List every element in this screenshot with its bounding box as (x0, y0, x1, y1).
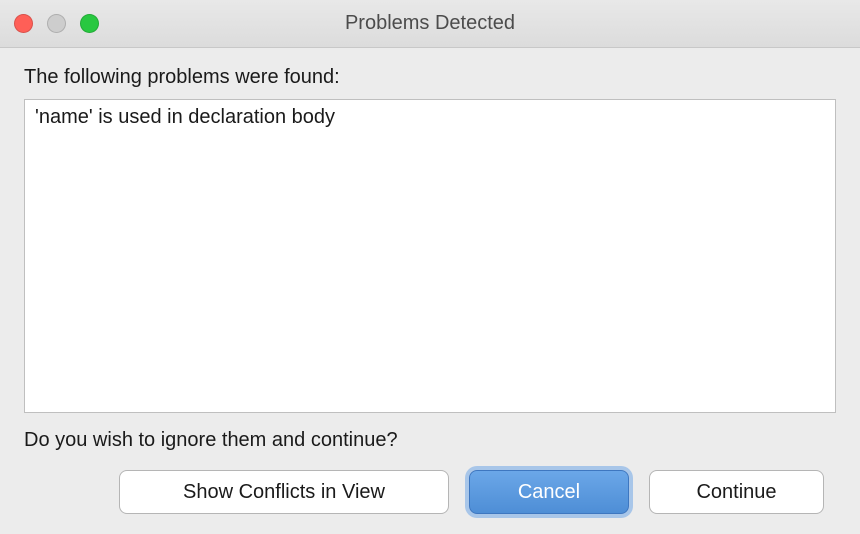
confirmation-prompt: Do you wish to ignore them and continue? (24, 429, 836, 452)
traffic-lights (14, 14, 99, 33)
titlebar: Problems Detected (0, 0, 860, 48)
dialog-content: The following problems were found: 'name… (0, 48, 860, 534)
continue-button[interactable]: Continue (649, 470, 824, 514)
close-window-button[interactable] (14, 14, 33, 33)
problems-list[interactable]: 'name' is used in declaration body (24, 99, 836, 413)
minimize-window-button[interactable] (47, 14, 66, 33)
cancel-button[interactable]: Cancel (469, 470, 629, 514)
button-row: Show Conflicts in View Cancel Continue (24, 470, 836, 514)
window-title: Problems Detected (0, 12, 860, 35)
zoom-window-button[interactable] (80, 14, 99, 33)
show-conflicts-button[interactable]: Show Conflicts in View (119, 470, 449, 514)
problems-heading: The following problems were found: (24, 66, 836, 89)
problem-item: 'name' is used in declaration body (35, 106, 825, 129)
